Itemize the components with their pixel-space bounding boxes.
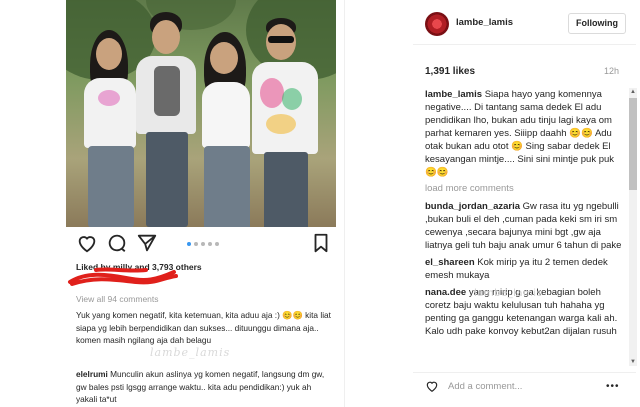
view-all-comments-link[interactable]: View all 94 comments — [76, 294, 159, 304]
caption: lambe_lamis Siapa hayo yang komennya neg… — [425, 88, 625, 179]
comment-username[interactable]: el_shareen — [425, 257, 475, 268]
caption-username[interactable]: lambe_lamis — [425, 89, 482, 100]
comment-item: el_shareen Kok mirip ya itu 2 temen dede… — [425, 256, 625, 282]
watermark: lambe_lamis — [474, 288, 543, 299]
comment-item: Yuk yang komen negatif, kita ketemuan, k… — [76, 309, 332, 347]
scroll-up-arrow-icon[interactable]: ▲ — [629, 88, 637, 96]
following-button[interactable]: Following — [568, 13, 626, 34]
heart-icon[interactable] — [76, 232, 98, 254]
comment-item: bunda_jordan_azaria Gw rasa itu yg ngebu… — [425, 200, 625, 252]
scrollbar-thumb[interactable] — [629, 98, 637, 190]
comment-item: elelrumi Munculin akun aslinya yg komen … — [76, 368, 332, 406]
more-options-icon[interactable]: ••• — [606, 381, 620, 392]
comment-text: Yuk yang komen negatif, kita ketemuan, k… — [76, 310, 331, 345]
panel-divider — [344, 0, 345, 407]
load-more-comments-link[interactable]: load more comments — [425, 183, 625, 194]
post-actions-row — [66, 232, 336, 256]
carousel-dot — [194, 242, 198, 246]
comment-username[interactable]: elelrumi — [76, 369, 108, 379]
comments-list: lambe_lamis Siapa hayo yang komennya neg… — [425, 88, 625, 368]
footer-divider — [413, 372, 636, 373]
carousel-dot-active — [187, 242, 191, 246]
heart-icon[interactable] — [425, 379, 439, 393]
post-time: 12h — [604, 66, 620, 76]
header-divider — [413, 44, 636, 45]
post-photo[interactable] — [66, 0, 336, 227]
carousel-dot — [201, 242, 205, 246]
comment-username[interactable]: bunda_jordan_azaria — [425, 201, 520, 212]
bookmark-icon[interactable] — [310, 232, 332, 254]
add-comment-input[interactable]: Add a comment... — [448, 381, 522, 392]
avatar[interactable] — [425, 12, 449, 36]
comment-text: Munculin akun aslinya yg komen negatif, … — [76, 369, 325, 404]
share-icon[interactable] — [136, 232, 158, 254]
comment-username[interactable]: nana.dee — [425, 287, 466, 298]
carousel-dot — [215, 242, 219, 246]
red-censor-scribble — [68, 267, 178, 286]
likes-count[interactable]: 1,391 likes — [425, 66, 475, 77]
comment-icon[interactable] — [106, 232, 128, 254]
post-screenshot-panel: Liked by milly and 3,793 others View all… — [0, 0, 344, 407]
post-username[interactable]: lambe_lamis — [456, 17, 513, 28]
watermark: lambe_lamis — [150, 346, 231, 359]
carousel-dot — [208, 242, 212, 246]
caption-text: Siapa hayo yang komennya negative.... Di… — [425, 89, 615, 178]
scroll-down-arrow-icon[interactable]: ▼ — [629, 358, 637, 366]
